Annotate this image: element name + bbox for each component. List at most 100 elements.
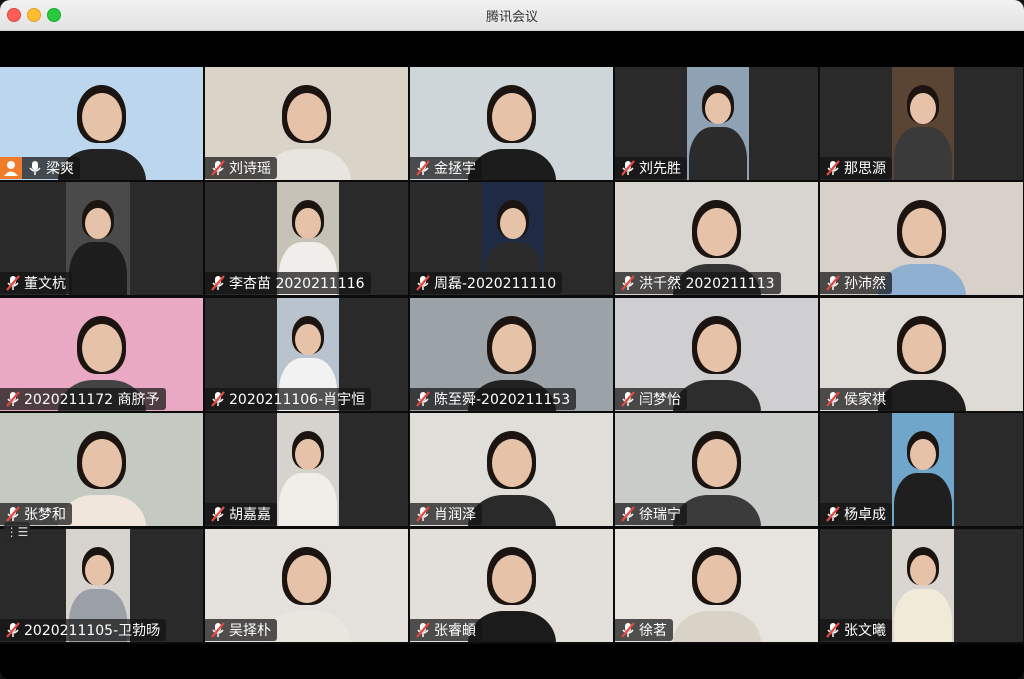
participant-name: 那思源 (844, 161, 886, 177)
participant-video (892, 529, 954, 642)
participant-name: 2020211172 商脐予 (24, 392, 160, 408)
microphone-muted-icon (826, 391, 840, 407)
participant-tile[interactable]: 闫梦怡 (615, 298, 818, 411)
participant-tile[interactable]: 徐茗 (615, 529, 818, 642)
microphone-muted-icon (211, 275, 225, 291)
person-silhouette (894, 126, 952, 180)
participant-name: 金拯宇 (434, 161, 476, 177)
participant-tile[interactable]: 刘诗瑶 (205, 67, 408, 180)
participant-tile[interactable]: 肖润泽 (410, 413, 613, 526)
participant-name: 徐瑞宁 (639, 507, 681, 523)
participant-name-bar: 闫梦怡 (615, 388, 687, 410)
person-silhouette (689, 126, 747, 180)
participant-tile[interactable]: 陈至舜-2020211153 (410, 298, 613, 411)
person-face (286, 555, 327, 603)
participant-tile[interactable]: 金拯宇 (410, 67, 613, 180)
microphone-muted-icon (211, 391, 225, 407)
participant-tile[interactable]: 杨卓成 (820, 413, 1023, 526)
microphone-muted-icon (621, 275, 635, 291)
participant-tile[interactable]: 周磊-2020211110 (410, 182, 613, 295)
participant-tile[interactable]: 刘先胜 (615, 67, 818, 180)
participant-tile[interactable]: 梁爽 (0, 67, 203, 180)
person-face (696, 208, 737, 256)
participant-name-bar: 陈至舜-2020211153 (410, 388, 577, 410)
participant-video (892, 413, 954, 526)
participant-name-bar: 梁爽 (22, 157, 80, 179)
participant-name-bar: 侯家祺 (820, 388, 892, 410)
person-face (705, 93, 731, 125)
participant-tile[interactable]: 吴择朴 (205, 529, 408, 642)
participant-tile[interactable]: 胡嘉嘉 (205, 413, 408, 526)
person-face (81, 324, 122, 372)
participant-name-bar: 刘先胜 (615, 157, 687, 179)
person-face (500, 208, 526, 240)
person-face (295, 439, 321, 471)
participant-video (687, 67, 749, 180)
person-face (295, 208, 321, 240)
participant-tile[interactable]: 孙沛然 (820, 182, 1023, 295)
participant-tile[interactable]: 张文曦 (820, 529, 1023, 642)
participant-name-bar: 2020211105-卫勃旸 (0, 619, 167, 641)
person-silhouette (672, 611, 761, 642)
person-face (81, 93, 122, 141)
person-face (295, 324, 321, 356)
participant-name-bar: 2020211172 商脐予 (0, 388, 166, 410)
microphone-muted-icon (211, 160, 225, 176)
participant-tile[interactable]: 董文杭 (0, 182, 203, 295)
participant-tile[interactable]: 李杏苗 2020211116 (205, 182, 408, 295)
participant-name: 张梦和 (24, 507, 66, 523)
top-toolbar-area (0, 31, 1024, 67)
participant-tile[interactable]: 洪千然 2020211113 (615, 182, 818, 295)
participant-name-bar: 刘诗瑶 (205, 157, 277, 179)
microphone-muted-icon (6, 622, 20, 638)
participant-name: 陈至舜-2020211153 (434, 392, 571, 408)
person-face (901, 208, 942, 256)
participant-name: 梁爽 (46, 161, 74, 177)
participant-tile[interactable]: 侯家祺 (820, 298, 1023, 411)
person-face (696, 439, 737, 487)
list-icon[interactable]: ⋮☰ (4, 522, 30, 542)
microphone-muted-icon (826, 275, 840, 291)
participant-tile[interactable]: 2020211172 商脐予 (0, 298, 203, 411)
participant-name: 闫梦怡 (639, 392, 681, 408)
participant-name: 吴择朴 (229, 623, 271, 639)
participant-name-bar: 2020211106-肖宇恒 (205, 388, 372, 410)
participant-video (277, 413, 339, 526)
person-face (910, 555, 936, 587)
participant-name-bar: 洪千然 2020211113 (615, 272, 781, 294)
participant-name: 2020211106-肖宇恒 (229, 392, 366, 408)
microphone-muted-icon (211, 506, 225, 522)
participant-tile[interactable]: 张睿頔 (410, 529, 613, 642)
person-face (85, 208, 111, 240)
person-face (910, 93, 936, 125)
microphone-muted-icon (621, 506, 635, 522)
participant-tile[interactable]: 张梦和 (0, 413, 203, 526)
participant-name-bar: 金拯宇 (410, 157, 482, 179)
person-face (491, 439, 532, 487)
person-face (286, 93, 327, 141)
person-silhouette (69, 241, 127, 295)
participant-tile[interactable]: 徐瑞宁 (615, 413, 818, 526)
microphone-muted-icon (416, 506, 430, 522)
participant-name-bar: 张睿頔 (410, 619, 482, 641)
microphone-muted-icon (211, 622, 225, 638)
participant-name: 胡嘉嘉 (229, 507, 271, 523)
participant-name: 李杏苗 2020211116 (229, 276, 365, 292)
microphone-muted-icon (416, 622, 430, 638)
person-face (491, 93, 532, 141)
microphone-muted-icon (621, 160, 635, 176)
participant-tile[interactable]: 2020211105-卫勃旸 (0, 529, 203, 642)
participant-tile[interactable]: 那思源 (820, 67, 1023, 180)
participant-tile[interactable]: 2020211106-肖宇恒 (205, 298, 408, 411)
meeting-window: 腾讯会议 梁爽 刘诗瑶 金拯宇 刘先胜 那思源 董文杭 李杏苗 2020211116 周磊-2… (0, 0, 1024, 679)
person-face (491, 555, 532, 603)
bottom-toolbar-area (0, 644, 1024, 679)
person-silhouette (894, 588, 952, 642)
microphone-muted-icon (6, 506, 20, 522)
person-face (696, 324, 737, 372)
person-face (85, 555, 111, 587)
participant-name: 孙沛然 (844, 276, 886, 292)
participant-name: 杨卓成 (844, 507, 886, 523)
person-face (81, 439, 122, 487)
participant-name-bar: 董文杭 (0, 272, 72, 294)
